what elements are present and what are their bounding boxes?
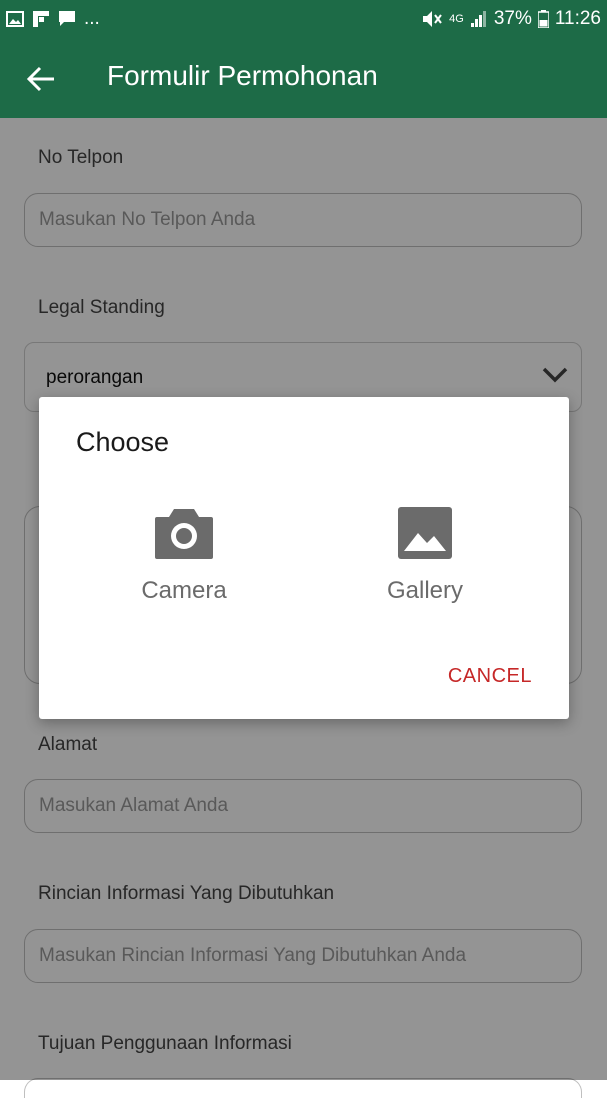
app-bar: Formulir Permohonan <box>0 38 607 118</box>
notification-icons: ... <box>6 8 100 30</box>
system-indicators: 4G 37% 11:26 <box>421 8 601 30</box>
battery-icon <box>537 10 549 28</box>
gallery-icon <box>398 507 452 559</box>
flipboard-icon <box>33 11 49 27</box>
gallery-option[interactable]: Gallery <box>345 505 505 625</box>
signal-icon <box>470 11 486 27</box>
more-notifications: ... <box>84 8 100 29</box>
clock: 11:26 <box>554 8 601 29</box>
network-type: 4G <box>449 13 464 25</box>
camera-label: Camera <box>141 577 227 604</box>
back-arrow-icon[interactable] <box>24 62 58 96</box>
gallery-label: Gallery <box>386 577 464 604</box>
cancel-button[interactable]: CANCEL <box>448 665 532 688</box>
mute-icon <box>423 11 442 27</box>
battery-percent: 37% <box>493 8 532 29</box>
camera-option[interactable]: Camera <box>104 505 264 625</box>
dialog-title: Choose <box>76 427 170 457</box>
status-bar: ... 4G 37% 11:26 <box>0 0 607 38</box>
choose-dialog: Choose Camera Gallery CANCEL <box>39 397 569 719</box>
image-icon <box>6 11 24 27</box>
chat-icon <box>59 11 75 26</box>
camera-icon <box>155 509 213 559</box>
page-title: Formulir Permohonan <box>107 60 378 91</box>
purpose-input[interactable] <box>24 1078 582 1098</box>
